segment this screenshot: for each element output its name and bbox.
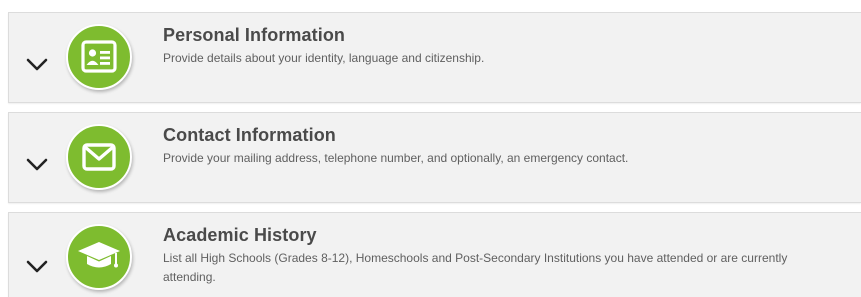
section-description: Provide your mailing address, telephone … <box>163 151 629 165</box>
section-text: Personal Information Provide details abo… <box>163 24 831 68</box>
section-contact-information[interactable]: Contact Information Provide your mailing… <box>8 112 861 203</box>
id-card-icon <box>66 24 132 90</box>
chevron-down-icon[interactable] <box>25 57 49 73</box>
section-description: List all High Schools (Grades 8-12), Hom… <box>163 251 788 284</box>
application-sections-list: Personal Information Provide details abo… <box>0 0 861 297</box>
section-personal-information[interactable]: Personal Information Provide details abo… <box>8 12 861 103</box>
section-academic-history[interactable]: Academic History List all High Schools (… <box>8 212 861 297</box>
graduation-cap-icon <box>66 224 132 290</box>
section-description: Provide details about your identity, lan… <box>163 51 485 65</box>
section-text: Academic History List all High Schools (… <box>163 224 831 287</box>
chevron-down-icon[interactable] <box>25 259 49 275</box>
section-title: Contact Information <box>163 125 336 145</box>
section-text: Contact Information Provide your mailing… <box>163 124 831 168</box>
chevron-down-icon[interactable] <box>25 157 49 173</box>
envelope-icon <box>66 124 132 190</box>
section-title: Academic History <box>163 225 317 245</box>
section-title: Personal Information <box>163 25 346 45</box>
